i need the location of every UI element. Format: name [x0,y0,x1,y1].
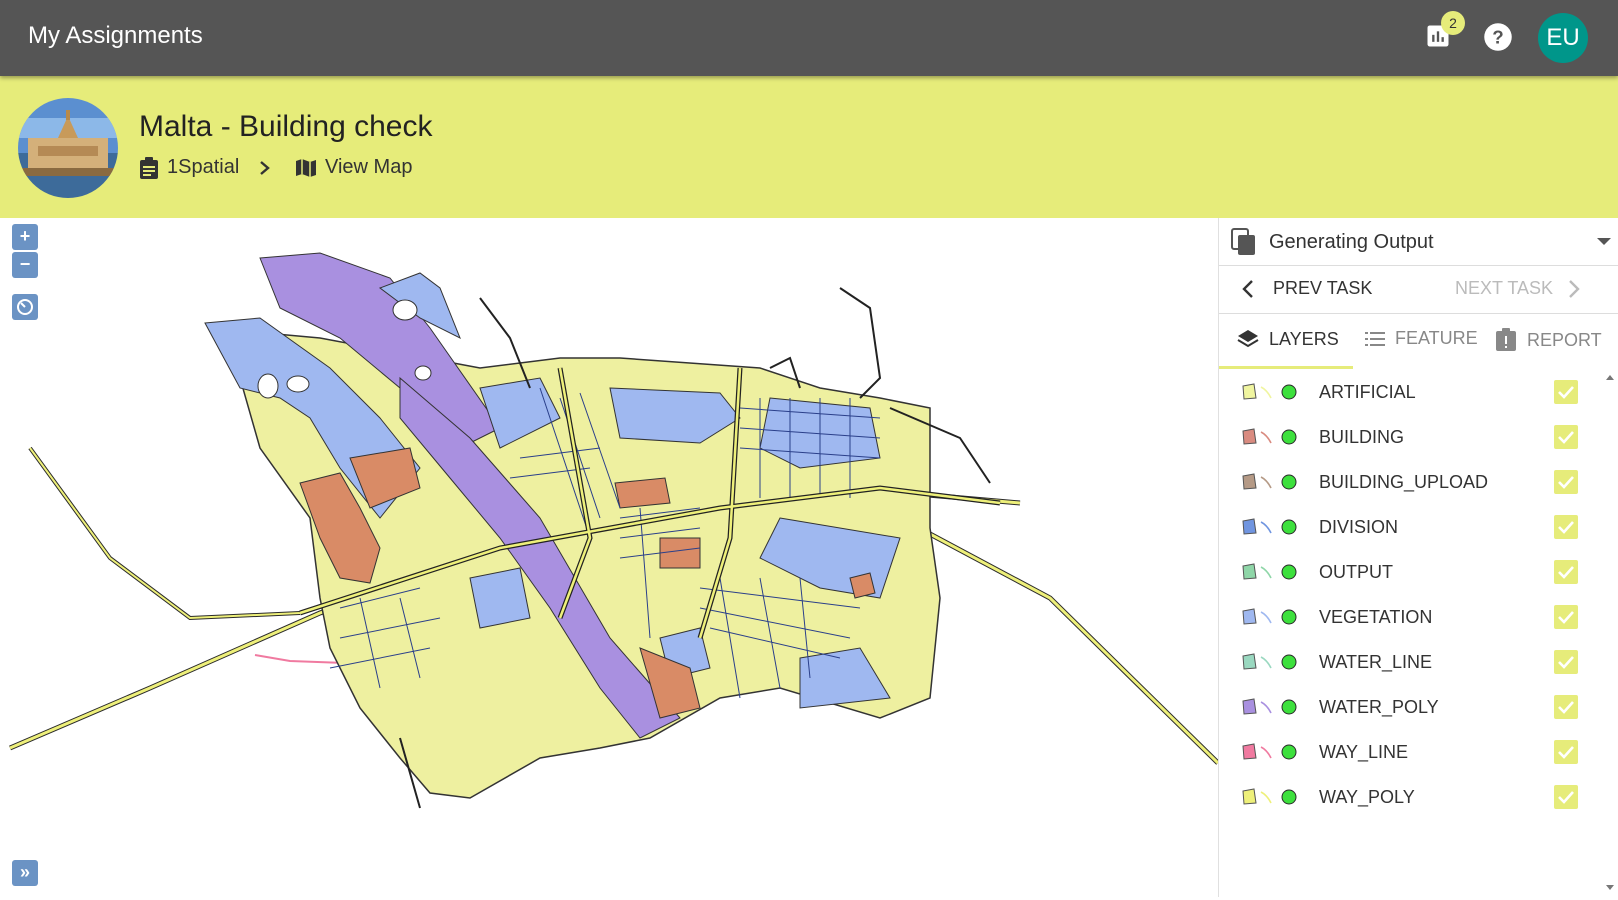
side-panel: Generating Output PREV TASK NEXT TASK LA… [1218,218,1618,897]
chevron-down-icon [1597,238,1611,245]
layer-name: ARTIFICIAL [1319,382,1416,402]
layer-row[interactable]: WATER_LINE [1219,640,1599,685]
svg-text:?: ? [1492,26,1503,47]
layer-name: BUILDING [1319,427,1405,447]
layer-name: WAY_POLY [1319,787,1415,807]
layer-name: VEGETATION [1319,607,1433,627]
layer-visibility-checkbox[interactable] [1554,605,1578,629]
layer-symbol-icon [1241,697,1297,722]
task-navigation: PREV TASK NEXT TASK [1219,266,1618,314]
layer-visibility-checkbox[interactable] [1554,425,1578,449]
project-avatar [18,98,118,198]
layer-symbol-icon [1241,472,1297,497]
layer-row[interactable]: DIVISION [1219,505,1599,550]
list-icon [1365,331,1385,346]
tab-feature-label: FEATURE [1395,328,1478,348]
layer-symbol-icon [1241,742,1297,767]
view-map-label: View Map [325,156,413,178]
breadcrumb-view-map[interactable]: View Map [295,156,412,179]
layer-list-scrollbar[interactable] [1603,370,1617,895]
layer-symbol-icon [1241,652,1297,677]
layer-row[interactable]: WAY_POLY [1219,775,1599,820]
layer-name: WATER_POLY [1319,697,1439,717]
panel-tabs: LAYERS FEATURE REPORT [1219,314,1618,370]
tab-layers[interactable]: LAYERS [1237,328,1339,350]
layer-name: WAY_LINE [1319,742,1409,762]
report-icon [1496,328,1516,351]
layer-name: BUILDING_UPLOAD [1319,472,1489,492]
layer-symbol-icon [1241,517,1297,542]
layer-visibility-checkbox[interactable] [1554,515,1578,539]
layer-row[interactable]: ARTIFICIAL [1219,370,1599,415]
clipboard-icon [140,156,158,179]
app-title: My Assignments [28,22,203,49]
layer-row[interactable]: OUTPUT [1219,550,1599,595]
layer-visibility-checkbox[interactable] [1554,650,1578,674]
zoom-in-button[interactable]: + [12,224,38,250]
expand-panel-button[interactable]: » [12,860,38,886]
layer-visibility-checkbox[interactable] [1554,695,1578,719]
layer-visibility-checkbox[interactable] [1554,380,1578,404]
chevron-left-icon [1242,279,1253,298]
zoom-out-button[interactable]: − [12,252,38,278]
task-status-select[interactable]: Generating Output [1219,218,1618,266]
tab-layers-label: LAYERS [1269,328,1339,349]
chevron-right-icon [258,160,272,181]
layer-visibility-checkbox[interactable] [1554,785,1578,809]
chevron-right-icon [1569,279,1580,298]
layer-row[interactable]: VEGETATION [1219,595,1599,640]
layer-row[interactable]: BUILDING_UPLOAD [1219,460,1599,505]
project-title: Malta - Building check [139,110,433,143]
next-task-label: NEXT TASK [1455,278,1554,298]
layers-icon [1237,330,1259,348]
next-task-button[interactable]: NEXT TASK [1455,278,1581,299]
layer-row[interactable]: WAY_LINE [1219,730,1599,775]
tab-report[interactable]: REPORT [1495,328,1602,352]
layer-symbol-icon [1241,787,1297,812]
active-tab-indicator [1219,366,1353,369]
tab-feature[interactable]: FEATURE [1365,328,1478,349]
layer-row[interactable]: WATER_POLY [1219,685,1599,730]
layer-name: WATER_LINE [1319,652,1433,672]
layer-visibility-checkbox[interactable] [1554,560,1578,584]
document-icon [1231,228,1257,261]
layer-name: DIVISION [1319,517,1399,537]
help-icon[interactable]: ? [1483,22,1515,54]
layer-visibility-checkbox[interactable] [1554,470,1578,494]
breadcrumb-org[interactable]: 1Spatial [139,156,239,179]
layer-name: OUTPUT [1319,562,1393,582]
map-icon [296,158,316,177]
project-header: Malta - Building check 1Spatial View Map [0,76,1618,218]
layer-symbol-icon [1241,562,1297,587]
layer-symbol-icon [1241,382,1297,407]
map-canvas[interactable] [0,218,1218,897]
app-header: My Assignments 2 ? EU [0,0,1618,76]
user-avatar[interactable]: EU [1538,13,1588,63]
layer-row[interactable]: BUILDING [1219,415,1599,460]
layer-symbol-icon [1241,427,1297,452]
tab-report-label: REPORT [1527,329,1602,350]
breadcrumb-org-label: 1Spatial [167,156,240,178]
task-status-label: Generating Output [1269,231,1434,253]
map-view[interactable]: + − » [0,218,1218,897]
prev-task-label: PREV TASK [1273,278,1373,298]
prev-task-button[interactable]: PREV TASK [1241,278,1372,299]
reset-view-icon[interactable] [12,294,38,320]
layer-list: ARTIFICIAL BUILDING BUILDING_UPLOAD DIVISIO… [1219,370,1599,820]
layer-visibility-checkbox[interactable] [1554,740,1578,764]
stats-badge: 2 [1441,11,1465,35]
layer-symbol-icon [1241,607,1297,632]
